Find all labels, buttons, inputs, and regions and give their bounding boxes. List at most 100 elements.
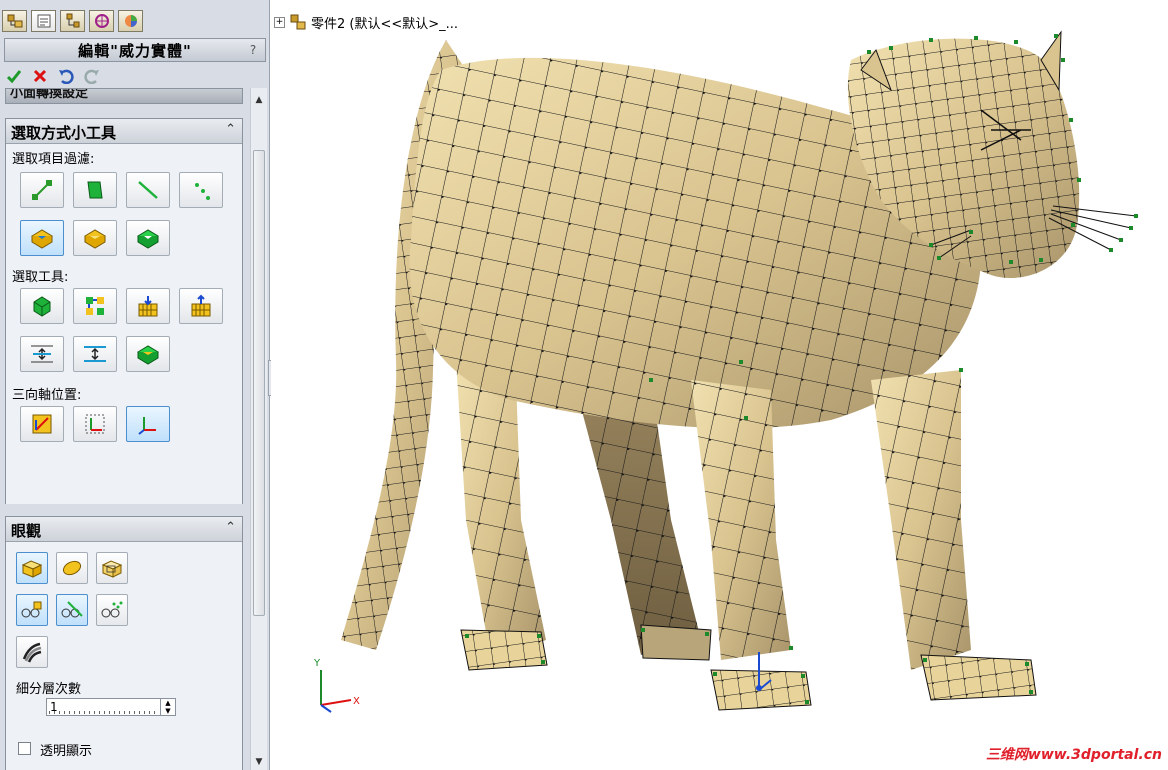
property-manager-icon [37, 14, 50, 28]
green-vertex [537, 634, 541, 638]
triad-auto-button[interactable] [20, 406, 64, 442]
display-group: 眼觀 ⌃ 細分層次數 1 ▲ ▼ 透明顯示 [5, 516, 243, 770]
display-points-button[interactable] [96, 594, 128, 626]
shrink-selection-button[interactable] [126, 288, 170, 324]
cancel-button[interactable] [30, 66, 50, 86]
filter-point-button[interactable] [179, 172, 223, 208]
triad-auto-icon [32, 414, 52, 434]
collapsed-section-strip[interactable]: 小面轉換設定 [5, 88, 243, 104]
transparent-label: 透明顯示 [40, 744, 93, 759]
subdivision-level-stepper[interactable]: 1 ▲ ▼ [46, 698, 176, 716]
scroll-thumb[interactable] [253, 150, 265, 616]
triad-y-label: Y [313, 658, 321, 669]
green-vertex [649, 378, 653, 382]
select-ring-button[interactable] [73, 336, 117, 372]
green-vertex [1129, 226, 1133, 230]
subdivision-mesh-model[interactable]: Y X [271, 0, 1168, 770]
selection-group-title: 選取方式小工具 [11, 124, 117, 142]
green-vertex [713, 672, 717, 676]
green-vertex [1061, 58, 1065, 62]
tab-configuration-manager[interactable] [60, 10, 85, 32]
scroll-down-icon[interactable]: ▼ [253, 756, 265, 768]
green-vertex [541, 660, 545, 664]
tab-feature-manager[interactable] [2, 10, 27, 32]
tab-display-manager[interactable] [118, 10, 143, 32]
display-zebra-button[interactable] [16, 636, 48, 668]
display-cage-button[interactable] [96, 552, 128, 584]
grow-selection-icon [86, 297, 104, 315]
green-vertex [1071, 223, 1075, 227]
pm-scrollbar[interactable]: ▲ ▼ [250, 88, 267, 770]
green-vertex [801, 674, 805, 678]
checkmark-icon [6, 70, 22, 84]
green-vertex [465, 634, 469, 638]
green-vertex [1069, 118, 1073, 122]
green-vertex [959, 368, 963, 372]
manager-tabs [0, 8, 272, 34]
filter-loop-button[interactable] [73, 220, 117, 256]
pm-title-bar: 編輯"威力實體" ? [4, 38, 266, 62]
selection-group-body: 選取項目過濾: 選取工具: 三向軸位置: [6, 144, 242, 504]
display-group-title: 眼觀 [11, 522, 42, 540]
green-vertex [923, 658, 927, 662]
slider-ticks [49, 711, 157, 714]
filter-face-loop-button[interactable] [126, 220, 170, 256]
green-vertex [1054, 34, 1058, 38]
selection-group-header[interactable]: 選取方式小工具 ⌃ [6, 119, 242, 144]
edges-glasses-icon [61, 601, 83, 618]
triad-local-button[interactable] [126, 406, 170, 442]
display-edges-button[interactable] [56, 594, 88, 626]
select-all-button[interactable] [20, 288, 64, 324]
filter-face-button[interactable] [73, 172, 117, 208]
face-filter-icon [87, 181, 103, 199]
green-vertex [889, 46, 893, 50]
display-shaded-button[interactable] [16, 552, 48, 584]
transparent-checkbox[interactable] [18, 742, 31, 755]
spin-arrows[interactable]: ▲ ▼ [160, 699, 175, 715]
filter-label: 選取項目過濾: [12, 152, 95, 167]
vertex-filter-icon [32, 180, 52, 200]
chevron-up-icon[interactable]: ⌃ [225, 122, 236, 137]
target-icon [94, 14, 109, 28]
point-filter-icon [195, 183, 210, 200]
green-vertex [744, 416, 748, 420]
help-button[interactable]: ? [245, 41, 261, 59]
filter-vertex-button[interactable] [20, 172, 64, 208]
watermark-text: 三维网www.3dportal.cn [985, 747, 1162, 763]
action-row [4, 66, 108, 86]
scroll-up-icon[interactable]: ▲ [253, 94, 265, 106]
green-vertex [937, 256, 941, 260]
filter-body-button[interactable] [20, 220, 64, 256]
undo-button[interactable] [56, 66, 76, 86]
redo-button[interactable] [82, 66, 102, 86]
ring-select-icon [84, 346, 106, 362]
chevron-up-icon[interactable]: ⌃ [225, 520, 236, 535]
loop-filter-icon [84, 229, 106, 249]
display-group-header[interactable]: 眼觀 ⌃ [6, 517, 242, 542]
grow-selection-button[interactable] [73, 288, 117, 324]
display-smooth-button[interactable] [56, 552, 88, 584]
ok-button[interactable] [4, 66, 24, 86]
triad-local-icon [138, 417, 156, 435]
color-wheel-icon [124, 15, 137, 27]
select-similar-button[interactable] [126, 336, 170, 372]
tab-property-manager[interactable] [31, 10, 56, 32]
edge-filter-icon [138, 181, 158, 199]
filter-edge-button[interactable] [126, 172, 170, 208]
property-manager-panel: 編輯"威力實體" ? 小面轉換設定 選取方式小工具 ⌃ 選取項目過濾: 選取工具… [0, 0, 270, 770]
select-loop-button[interactable] [20, 336, 64, 372]
configuration-icon [66, 13, 79, 28]
loop-select-icon [31, 345, 53, 363]
triad-world-button[interactable] [73, 406, 117, 442]
display-group-body: 細分層次數 1 ▲ ▼ 透明顯示 [6, 542, 242, 770]
green-vertex [929, 38, 933, 42]
graphics-viewport[interactable]: + 零件2 (默认<<默认>_... Y X 三维网www.3dportal.c… [271, 0, 1168, 770]
pm-scroll-area: 小面轉換設定 選取方式小工具 ⌃ 選取項目過濾: 選取工具: 三向軸位置: 眼觀… [0, 88, 248, 770]
green-vertex [1025, 662, 1029, 666]
tab-dimxpert-manager[interactable] [89, 10, 114, 32]
green-vertex [1134, 214, 1138, 218]
boundary-selection-icon [191, 294, 211, 317]
display-vertices-button[interactable] [16, 594, 48, 626]
select-boundary-button[interactable] [179, 288, 223, 324]
selection-tools-label: 選取工具: [12, 270, 69, 285]
